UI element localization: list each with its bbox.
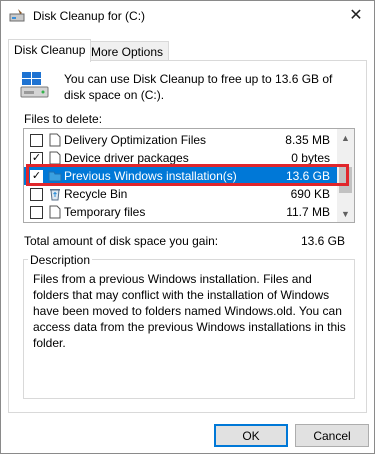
file-size: 690 KB [290, 187, 330, 201]
title-bar[interactable]: Disk Cleanup for (C:) ✕ [1, 1, 374, 31]
ok-button[interactable]: OK [214, 424, 288, 447]
file-name: Delivery Optimization Files [64, 133, 207, 147]
scrollbar-thumb[interactable] [339, 167, 352, 193]
folder-icon [48, 171, 62, 182]
recycle-bin-icon [50, 189, 60, 201]
scroll-down-button[interactable]: ▼ [337, 205, 354, 222]
close-button[interactable]: ✕ [342, 3, 370, 27]
blank-file-icon [49, 205, 61, 219]
tab-more-options[interactable]: More Options [85, 41, 170, 61]
file-row-recycle-bin[interactable]: Recycle Bin 690 KB [24, 185, 338, 203]
total-space-value: 13.6 GB [300, 234, 345, 248]
scroll-down-icon: ▼ [341, 208, 350, 219]
checkbox[interactable] [30, 134, 43, 147]
description-group: Description Files from a previous Window… [23, 253, 355, 399]
list-scrollbar[interactable]: ▲ ▼ [337, 129, 354, 222]
disk-cleanup-drive-icon [20, 72, 49, 98]
file-row-temporary-files[interactable]: Temporary files 11.7 MB [24, 203, 338, 221]
scroll-up-icon: ▲ [341, 132, 350, 143]
file-size: 13.6 GB [285, 169, 330, 183]
cancel-button[interactable]: Cancel [295, 424, 369, 447]
file-size: 0 bytes [291, 151, 330, 165]
description-legend: Description [28, 253, 93, 267]
disk-cleanup-icon [9, 9, 25, 22]
file-name: Previous Windows installation(s) [64, 169, 237, 183]
intro-text: You can use Disk Cleanup to free up to 1… [64, 72, 333, 102]
file-name: Recycle Bin [64, 187, 128, 201]
files-to-delete-list[interactable]: Delivery Optimization Files 8.35 MB ✓ De… [23, 128, 355, 223]
scroll-up-button[interactable]: ▲ [337, 129, 354, 146]
file-row-delivery-optimization[interactable]: Delivery Optimization Files 8.35 MB [24, 131, 338, 149]
file-row-previous-windows-installations[interactable]: ✓ Previous Windows installation(s) 13.6 … [24, 167, 338, 185]
file-name: Temporary files [64, 205, 146, 219]
checkbox[interactable] [30, 206, 43, 219]
file-name: Device driver packages [64, 151, 189, 165]
total-space-label: Total amount of disk space you gain: [24, 234, 219, 248]
files-to-delete-label: Files to delete: [24, 112, 103, 126]
checkbox[interactable]: ✓ [30, 152, 43, 165]
close-icon: ✕ [349, 7, 363, 24]
checkbox[interactable] [30, 188, 43, 201]
description-text: Files from a previous Windows installati… [33, 272, 346, 350]
window-title: Disk Cleanup for (C:) [33, 9, 146, 23]
disk-cleanup-window: Disk Cleanup for (C:) ✕ Disk Cleanup Mor… [0, 0, 375, 454]
checkbox[interactable]: ✓ [30, 170, 43, 183]
file-size: 11.7 MB [286, 205, 330, 219]
tab-disk-cleanup[interactable]: Disk Cleanup [8, 39, 92, 62]
file-row-device-driver-packages[interactable]: ✓ Device driver packages 0 bytes [24, 149, 338, 167]
file-size: 8.35 MB [285, 133, 330, 147]
blank-file-icon [49, 151, 61, 165]
blank-file-icon [49, 133, 61, 147]
